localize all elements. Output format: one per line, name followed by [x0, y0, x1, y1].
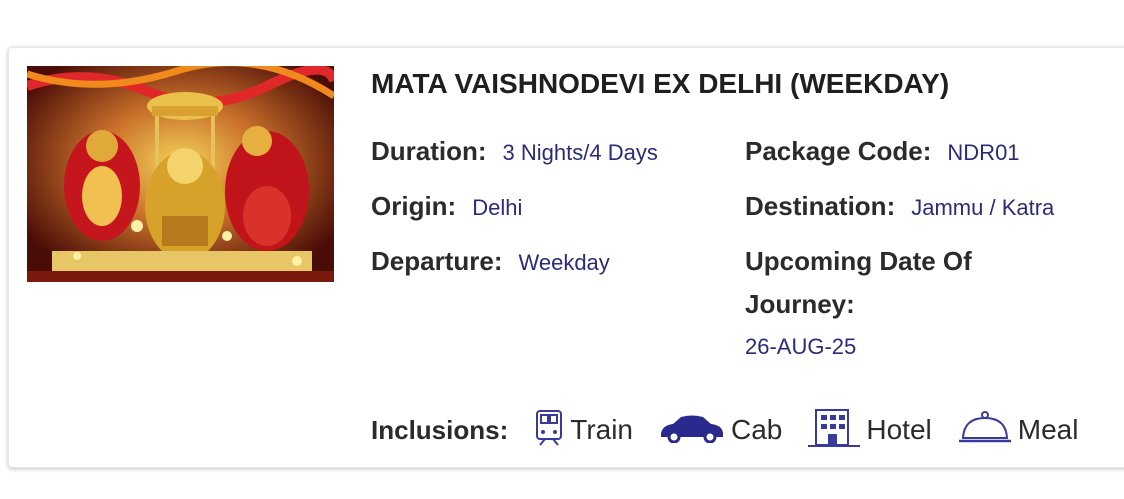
- destination-label: Destination:: [745, 191, 896, 221]
- duration-value: 3 Nights/4 Days: [502, 140, 658, 165]
- train-icon: [534, 409, 564, 452]
- inclusion-train-label: Train: [570, 414, 634, 445]
- inclusion-cab-label: Cab: [731, 414, 783, 445]
- origin-label: Origin:: [371, 191, 457, 221]
- destination-field: Destination: Jammu / Katra: [745, 185, 1054, 232]
- upcoming-date-value: 26-AUG-25: [745, 334, 857, 359]
- inclusion-train: Train: [534, 409, 633, 452]
- duration-field: Duration: 3 Nights/4 Days: [371, 130, 658, 177]
- inclusion-cab: Cab: [659, 413, 782, 448]
- upcoming-date-label: Upcoming Date Of Journey:: [745, 246, 972, 319]
- package-code-value: NDR01: [947, 140, 1020, 165]
- departure-label: Departure:: [371, 246, 503, 276]
- destination-value: Jammu / Katra: [911, 195, 1055, 220]
- hotel-icon: [808, 408, 861, 453]
- package-card: MATA VAISHNODEVI EX DELHI (WEEKDAY) Dura…: [8, 47, 1124, 468]
- departure-value: Weekday: [518, 250, 610, 275]
- origin-value: Delhi: [472, 195, 523, 220]
- inclusion-hotel: Hotel: [808, 408, 932, 453]
- inclusion-hotel-label: Hotel: [866, 414, 932, 445]
- package-title[interactable]: MATA VAISHNODEVI EX DELHI (WEEKDAY): [371, 68, 949, 100]
- inclusion-meal-label: Meal: [1017, 414, 1079, 445]
- package-code-field: Package Code: NDR01: [745, 130, 1020, 177]
- departure-field: Departure: Weekday: [371, 240, 610, 287]
- package-thumbnail[interactable]: [27, 66, 334, 282]
- car-icon: [659, 413, 725, 448]
- meal-cloche-icon: [958, 410, 1012, 451]
- inclusions-row: Inclusions: Train Cab Hotel Meal: [371, 408, 1104, 452]
- package-code-label: Package Code:: [745, 136, 932, 166]
- origin-field: Origin: Delhi: [371, 185, 522, 232]
- page: MATA VAISHNODEVI EX DELHI (WEEKDAY) Dura…: [0, 0, 1124, 499]
- duration-label: Duration:: [371, 136, 487, 166]
- inclusions-label: Inclusions:: [371, 414, 509, 445]
- inclusion-meal: Meal: [958, 410, 1079, 451]
